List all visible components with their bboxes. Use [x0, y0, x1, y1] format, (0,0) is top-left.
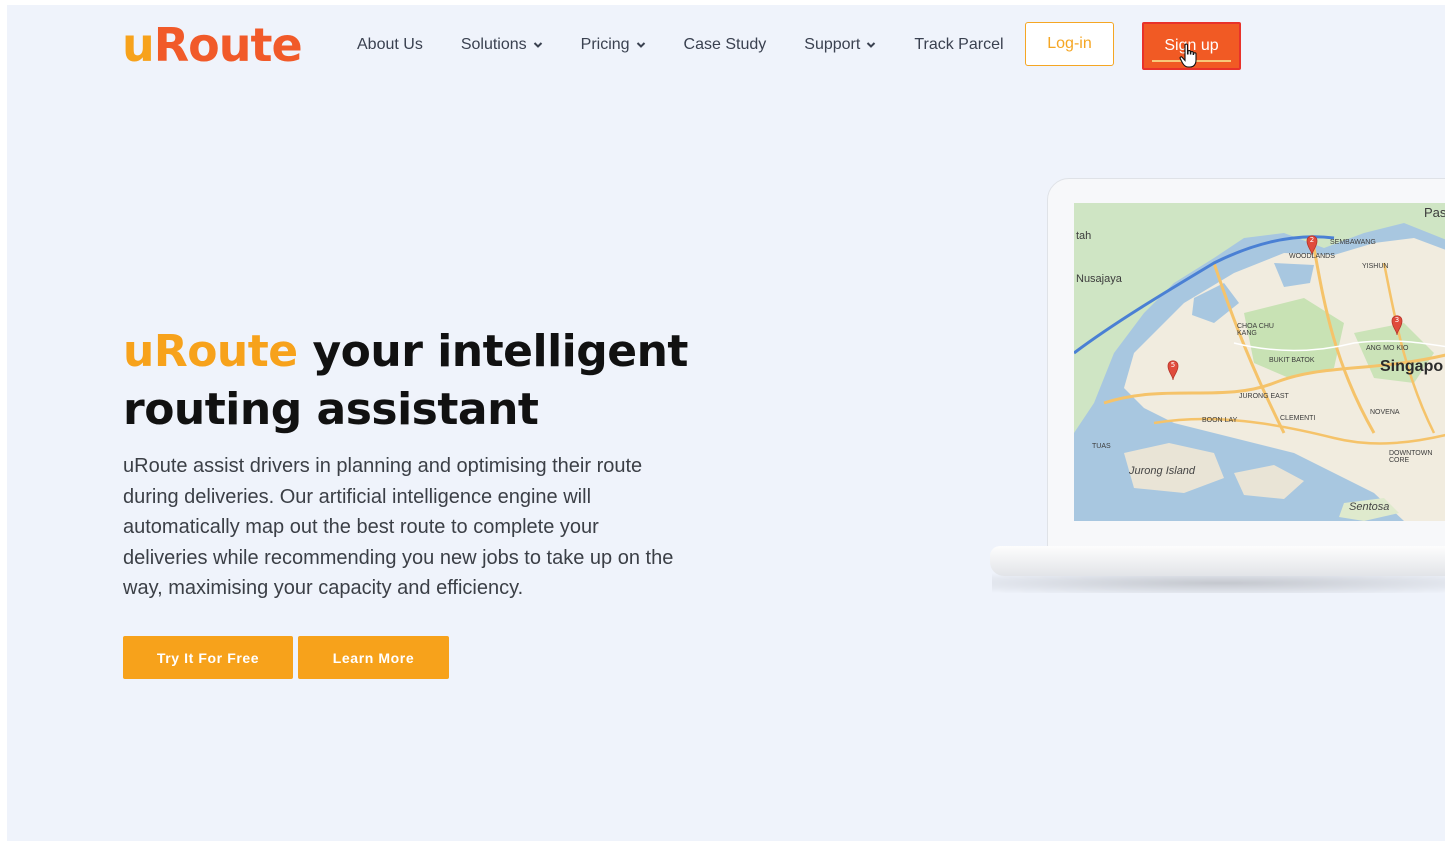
nav-pricing-label: Pricing — [580, 36, 630, 53]
map-label-yishun: YISHUN — [1362, 263, 1389, 270]
logo[interactable]: uRoute — [122, 18, 303, 72]
chevron-down-icon — [636, 42, 645, 48]
map-label-novena: NOVENA — [1370, 409, 1400, 416]
map-label-choa-chu-kang: CHOA CHU KANG — [1237, 323, 1274, 337]
map-label-nusajaya: Nusajaya — [1076, 273, 1122, 285]
chevron-down-icon — [867, 42, 876, 48]
map-label-jurong-island: Jurong Island — [1129, 465, 1196, 477]
map-label-woodlands: WOODLANDS — [1289, 253, 1335, 260]
map-label-sentosa: Sentosa — [1349, 501, 1390, 513]
logo-text: uRoute — [122, 18, 303, 72]
svg-text:2: 2 — [1310, 236, 1314, 244]
main-nav: About Us Solutions Pricing Case Study Su… — [357, 33, 1042, 57]
page: uRoute About Us Solutions Pricing Case S… — [7, 5, 1445, 841]
map-label-bukit-batok: BUKIT BATOK — [1269, 357, 1315, 364]
try-free-button[interactable]: Try It For Free — [123, 636, 293, 679]
nav-solutions-label: Solutions — [460, 36, 527, 53]
nav-pricing[interactable]: Pricing — [581, 36, 646, 54]
map-label-ang-mo-kio: ANG MO KIO — [1366, 345, 1409, 352]
map-label-downtown-core: DOWNTOWN CORE — [1389, 450, 1433, 464]
map-label-boon-lay: BOON LAY — [1202, 417, 1238, 424]
map-label-jurong-east: JURONG EAST — [1239, 393, 1289, 400]
nav-support[interactable]: Support — [804, 36, 876, 54]
svg-text:3: 3 — [1395, 316, 1399, 324]
nav-track-parcel-label: Track Parcel — [914, 36, 1004, 53]
map-label-singapore: Singapo — [1380, 358, 1444, 375]
nav-about-us-label: About Us — [357, 36, 423, 53]
nav-solutions[interactable]: Solutions — [461, 36, 543, 54]
nav-support-label: Support — [804, 36, 861, 53]
nav-case-study[interactable]: Case Study — [684, 36, 767, 54]
hero-title-accent: uRoute — [123, 326, 298, 377]
map-label-clementi: CLEMENTI — [1280, 415, 1316, 422]
chevron-down-icon — [533, 42, 542, 48]
laptop-shadow — [992, 573, 1445, 593]
svg-text:5: 5 — [1171, 361, 1175, 369]
map-screen: 2 3 5 Nusajaya tah Pas Singapo Jurong Is… — [1074, 203, 1445, 521]
nav-track-parcel[interactable]: Track Parcel — [914, 36, 1003, 54]
laptop-base — [990, 546, 1445, 576]
nav-about-us[interactable]: About Us — [357, 36, 423, 54]
login-button[interactable]: Log-in — [1025, 22, 1114, 66]
hero-description: uRoute assist drivers in planning and op… — [123, 455, 674, 599]
learn-more-button[interactable]: Learn More — [298, 636, 449, 679]
hero-title: uRoute your intelligent routing assistan… — [123, 323, 743, 439]
map-label-tuas: TUAS — [1092, 443, 1111, 450]
map-label-pas: Pas — [1424, 205, 1445, 220]
hand-cursor-icon — [1179, 43, 1197, 68]
nav-case-study-label: Case Study — [683, 36, 767, 53]
map-label-tah: tah — [1076, 230, 1092, 242]
map-label-sembawang: SEMBAWANG — [1330, 239, 1376, 246]
